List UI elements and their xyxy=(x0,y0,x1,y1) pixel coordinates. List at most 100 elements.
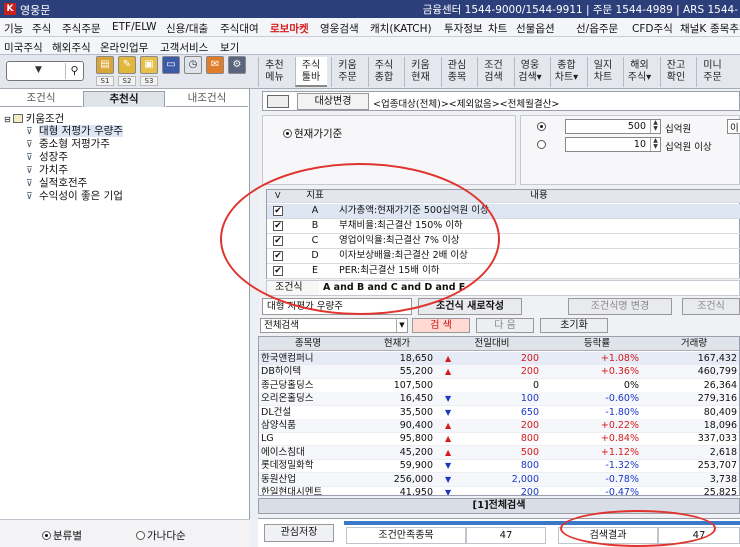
down-arrow-icon: ▼ xyxy=(445,488,452,496)
quick-button-10[interactable]: 해외 주식▾ xyxy=(623,57,655,87)
submenu-item-2[interactable]: 온라인업무 xyxy=(100,40,148,55)
menu-item-11[interactable]: 선물옵션 xyxy=(516,21,555,36)
quick-button-2[interactable]: 키움 주문 xyxy=(331,57,363,87)
radio-current-price[interactable]: 현재가기준 xyxy=(283,126,342,141)
menu-item-0[interactable]: 기능 xyxy=(4,21,23,36)
lock-icon[interactable]: ▣ xyxy=(140,56,158,74)
menu-item-3[interactable]: ETF/ELW xyxy=(112,21,157,33)
change-target-button[interactable]: 대상변경 xyxy=(297,93,369,110)
stepper-arrows-icon[interactable]: ▲ ▼ xyxy=(650,120,660,133)
menu-item-1[interactable]: 주식 xyxy=(32,21,51,36)
quick-button-8[interactable]: 종합 차트▾ xyxy=(550,57,582,87)
app-title: 영웅문 xyxy=(20,4,51,17)
search-icon[interactable]: ⚲ xyxy=(65,63,83,79)
sub-menu-bar: 미국주식 해외주식 온라인업무 고객서비스 보기 xyxy=(0,37,740,55)
menu-item-6[interactable]: 로보마켓 xyxy=(270,21,309,36)
submenu-item-0[interactable]: 미국주식 xyxy=(4,40,43,55)
table-row[interactable]: 한국앤컴퍼니 18,650 ▲ 200 +1.08% 167,432 xyxy=(259,352,739,366)
table-row[interactable]: 에이스침대 45,200 ▲ 500 +1.12% 2,618 xyxy=(259,445,739,460)
submenu-item-1[interactable]: 해외주식 xyxy=(52,40,91,55)
menu-item-12[interactable]: 선/옵주문 xyxy=(576,21,618,36)
quick-button-0[interactable]: 추천 메뉴 xyxy=(258,57,290,87)
volume: 2,618 xyxy=(709,446,737,458)
menu-item-15[interactable]: 종목추천 xyxy=(710,21,740,36)
submenu-item-3[interactable]: 고객서비스 xyxy=(160,40,208,55)
table-row[interactable]: 한일현대시멘트 41,950 ▼ 200 -0.47% 25,825 xyxy=(259,486,739,496)
quick-menu: 추천 메뉴 주식 툴바 키움 주문 주식 종합 키움 현재 관심 종목 조건 검색 영웅 검색▾ 종합 차트▾ 일지… xyxy=(258,55,740,89)
tab-recommended[interactable]: 추천식 xyxy=(83,91,165,107)
quick-button-5[interactable]: 관심 종목 xyxy=(440,57,473,87)
radio-alphabetical[interactable]: 가나다순 xyxy=(136,528,186,543)
stock-price: 35,500 xyxy=(399,406,433,418)
radio-max-icon[interactable] xyxy=(537,140,546,149)
search-scope-select[interactable]: 전체검색 ▼ xyxy=(260,318,408,333)
quick-button-11[interactable]: 잔고 확인 xyxy=(659,57,692,87)
radio-min-icon[interactable] xyxy=(537,122,546,131)
stock-name: 한일현대시멘트 xyxy=(261,487,323,496)
min-unit: 십억원 xyxy=(665,124,692,135)
change-rate: +1.12% xyxy=(600,446,639,458)
rename-condition-button[interactable]: 조건식명 변경 xyxy=(568,298,672,315)
stock-name: 종근당홀딩스 xyxy=(261,379,314,391)
table-row[interactable]: LG 95,800 ▲ 800 +0.84% 337,033 xyxy=(259,432,739,447)
tree-item-profitability[interactable]: ⊽ 수익성이 좋은 기업 xyxy=(26,188,123,203)
quick-button-3[interactable]: 주식 종합 xyxy=(367,57,400,87)
menu-item-13[interactable]: CFD주식 xyxy=(632,21,673,36)
screen-icon xyxy=(267,95,289,108)
menu-item-10[interactable]: 차트 xyxy=(488,21,507,36)
menu-item-14[interactable]: 채널K xyxy=(680,21,706,36)
table-row[interactable]: 롯데정밀화학 59,900 ▼ 800 -1.32% 253,707 xyxy=(259,459,739,474)
tab-my-conditions[interactable]: 내조건식 xyxy=(166,91,248,107)
chevron-down-icon[interactable]: ▼ xyxy=(396,319,407,332)
save-to-watchlist-button[interactable]: 관심저장 xyxy=(264,524,334,542)
menu-item-9[interactable]: 투자정보 xyxy=(444,21,483,36)
unit-select[interactable]: 이 xyxy=(727,119,740,134)
price-change: 500 xyxy=(520,446,539,458)
mail-icon[interactable]: ✉ xyxy=(206,56,224,74)
reset-button[interactable]: 초기화 xyxy=(540,318,608,333)
menu-item-4[interactable]: 신용/대출 xyxy=(166,21,208,36)
quick-button-1[interactable]: 주식 툴바 xyxy=(294,57,327,87)
search-button[interactable]: 검 색 xyxy=(412,318,470,333)
condition-button[interactable]: 조건식 xyxy=(682,298,740,315)
tab-conditions[interactable]: 조건식 xyxy=(0,91,82,107)
quick-button-4[interactable]: 키움 현재 xyxy=(404,57,436,87)
next-button[interactable]: 다 음 xyxy=(476,318,534,333)
min-value-stepper[interactable]: 500 ▲ ▼ xyxy=(565,119,661,134)
table-row[interactable]: 삼양식품 90,400 ▲ 200 +0.22% 18,096 xyxy=(259,419,739,433)
monitor-icon[interactable]: ▭ xyxy=(162,56,180,74)
pencil-icon[interactable]: ✎ xyxy=(118,56,136,74)
price-change: 800 xyxy=(520,460,539,472)
table-row[interactable]: 오리온홀딩스 16,450 ▼ 100 -0.60% 279,316 xyxy=(259,392,739,407)
quick-button-9[interactable]: 일지 차트 xyxy=(586,57,619,87)
stock-price: 107,500 xyxy=(393,379,433,391)
menu-item-5[interactable]: 주식대여 xyxy=(220,21,259,36)
submenu-item-4[interactable]: 보기 xyxy=(220,40,239,55)
stock-name: 삼양식품 xyxy=(261,420,296,431)
quick-button-7[interactable]: 영웅 검색▾ xyxy=(513,57,546,87)
menu-item-2[interactable]: 주식주문 xyxy=(62,21,101,36)
up-arrow-icon: ▲ xyxy=(445,447,452,457)
folder-icon[interactable]: ▤ xyxy=(96,56,114,74)
price-change: 650 xyxy=(520,406,539,418)
table-row[interactable]: 동원산업 256,000 ▼ 2,000 -0.78% 3,738 xyxy=(259,472,739,487)
clock-icon[interactable]: ◷ xyxy=(184,56,202,74)
range-box: 500 ▲ ▼ 십억원 이 10 ▲ ▼ 십억원 이상 xyxy=(520,115,740,185)
price-change: 200 xyxy=(520,353,539,364)
stepper-arrows-icon[interactable]: ▲ ▼ xyxy=(650,138,660,151)
screen-search-combo[interactable]: ▼ ⚲ xyxy=(6,61,84,81)
stock-name: LG xyxy=(261,433,274,445)
shortcut-label-s3: S3 xyxy=(140,76,158,86)
table-row[interactable]: DB하이텍 55,200 ▲ 200 +0.36% 460,799 xyxy=(259,365,739,380)
table-row[interactable]: 종근당홀딩스 107,500 0 0% 26,364 xyxy=(259,379,739,393)
menu-item-7[interactable]: 영웅검색 xyxy=(320,21,359,36)
result-grid-header: 종목명 현재가 전일대비 등락률 거래량 xyxy=(259,337,739,351)
quick-button-12[interactable]: 미니 주문 xyxy=(696,57,728,87)
radio-by-category[interactable]: 분류별 xyxy=(42,528,82,543)
menu-item-8[interactable]: 캐치(KATCH) xyxy=(370,21,432,36)
table-row[interactable]: DL건설 35,500 ▼ 650 -1.80% 80,409 xyxy=(259,406,739,420)
gear-icon[interactable]: ⚙ xyxy=(228,56,246,74)
max-value-stepper[interactable]: 10 ▲ ▼ xyxy=(565,137,661,152)
collapse-icon[interactable]: ⊟ xyxy=(4,115,11,124)
quick-button-6[interactable]: 조건 검색 xyxy=(477,57,509,87)
